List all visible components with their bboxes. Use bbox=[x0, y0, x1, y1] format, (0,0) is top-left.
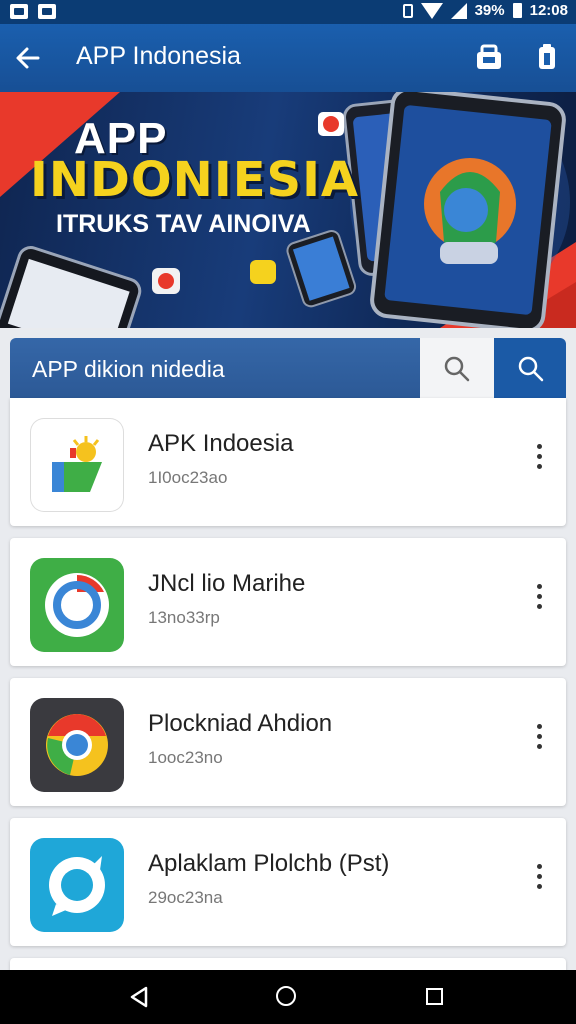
battery-percent: 39% bbox=[474, 2, 505, 19]
more-icon[interactable] bbox=[538, 44, 556, 70]
app-meta: 1ooc23no bbox=[148, 748, 223, 767]
banner-subtitle: ITRUKS TAV AINOIVA bbox=[56, 210, 311, 238]
banner-headline-indonesia: INDONIESIA bbox=[30, 152, 360, 208]
app-meta: 29oc23na bbox=[148, 888, 223, 907]
status-time: 12:08 bbox=[529, 2, 568, 19]
promo-banner[interactable]: APP INDONIESIA ITRUKS TAV AINOIVA bbox=[0, 92, 576, 328]
search-query: APP dikion nidedia bbox=[32, 356, 225, 382]
nav-recents-icon[interactable] bbox=[426, 988, 443, 1005]
app-bar: APP Indonesia bbox=[0, 24, 576, 92]
status-left-icons bbox=[10, 4, 56, 19]
status-right: 39% 12:08 bbox=[402, 2, 568, 19]
search-secondary-button[interactable] bbox=[420, 338, 494, 398]
overflow-menu-icon[interactable] bbox=[534, 724, 544, 756]
nav-back-icon[interactable] bbox=[128, 986, 150, 1008]
nav-home-icon[interactable] bbox=[276, 986, 296, 1006]
gallery-icon bbox=[10, 4, 28, 19]
app-meta: 13no33rp bbox=[148, 608, 220, 627]
list-item[interactable]: Aplaklam Plolchb (Pst) 29oc23na bbox=[10, 818, 566, 946]
search-input[interactable]: APP dikion nidedia bbox=[10, 338, 420, 398]
search-bar: APP dikion nidedia bbox=[10, 338, 566, 398]
photo-icon bbox=[38, 4, 56, 19]
signal-icon bbox=[450, 2, 467, 19]
system-nav-bar bbox=[0, 970, 576, 1024]
wifi-icon bbox=[420, 2, 443, 19]
vibrate-icon bbox=[402, 3, 413, 18]
app-name: APK Indoesia bbox=[148, 430, 294, 457]
app-title: APP Indonesia bbox=[76, 42, 241, 70]
overflow-menu-icon[interactable] bbox=[534, 584, 544, 616]
back-arrow-icon[interactable] bbox=[12, 42, 44, 74]
app-name: Plockniad Ahdion bbox=[148, 710, 333, 737]
overflow-menu-icon[interactable] bbox=[534, 444, 544, 476]
overflow-menu-icon[interactable] bbox=[534, 864, 544, 896]
store-icon[interactable] bbox=[474, 42, 504, 72]
battery-icon bbox=[512, 3, 522, 18]
status-bar: 39% 12:08 bbox=[0, 0, 576, 24]
list-item[interactable]: APK Indoesia 1I0oc23ao bbox=[10, 398, 566, 526]
app-meta: 1I0oc23ao bbox=[148, 468, 228, 487]
search-icon bbox=[518, 356, 544, 382]
list-item[interactable]: JNcl lio Marihe 13no33rp bbox=[10, 538, 566, 666]
apk-indonesia-icon bbox=[30, 418, 124, 512]
list-item[interactable]: Plockniad Ahdion 1ooc23no bbox=[10, 678, 566, 806]
chrome-green-icon bbox=[30, 558, 124, 652]
search-button[interactable] bbox=[494, 338, 566, 398]
chat-bubble-icon bbox=[30, 838, 124, 932]
search-icon bbox=[444, 356, 470, 382]
app-name: Aplaklam Plolchb (Pst) bbox=[148, 850, 390, 877]
app-name: JNcl lio Marihe bbox=[148, 570, 306, 597]
chrome-dark-icon bbox=[30, 698, 124, 792]
